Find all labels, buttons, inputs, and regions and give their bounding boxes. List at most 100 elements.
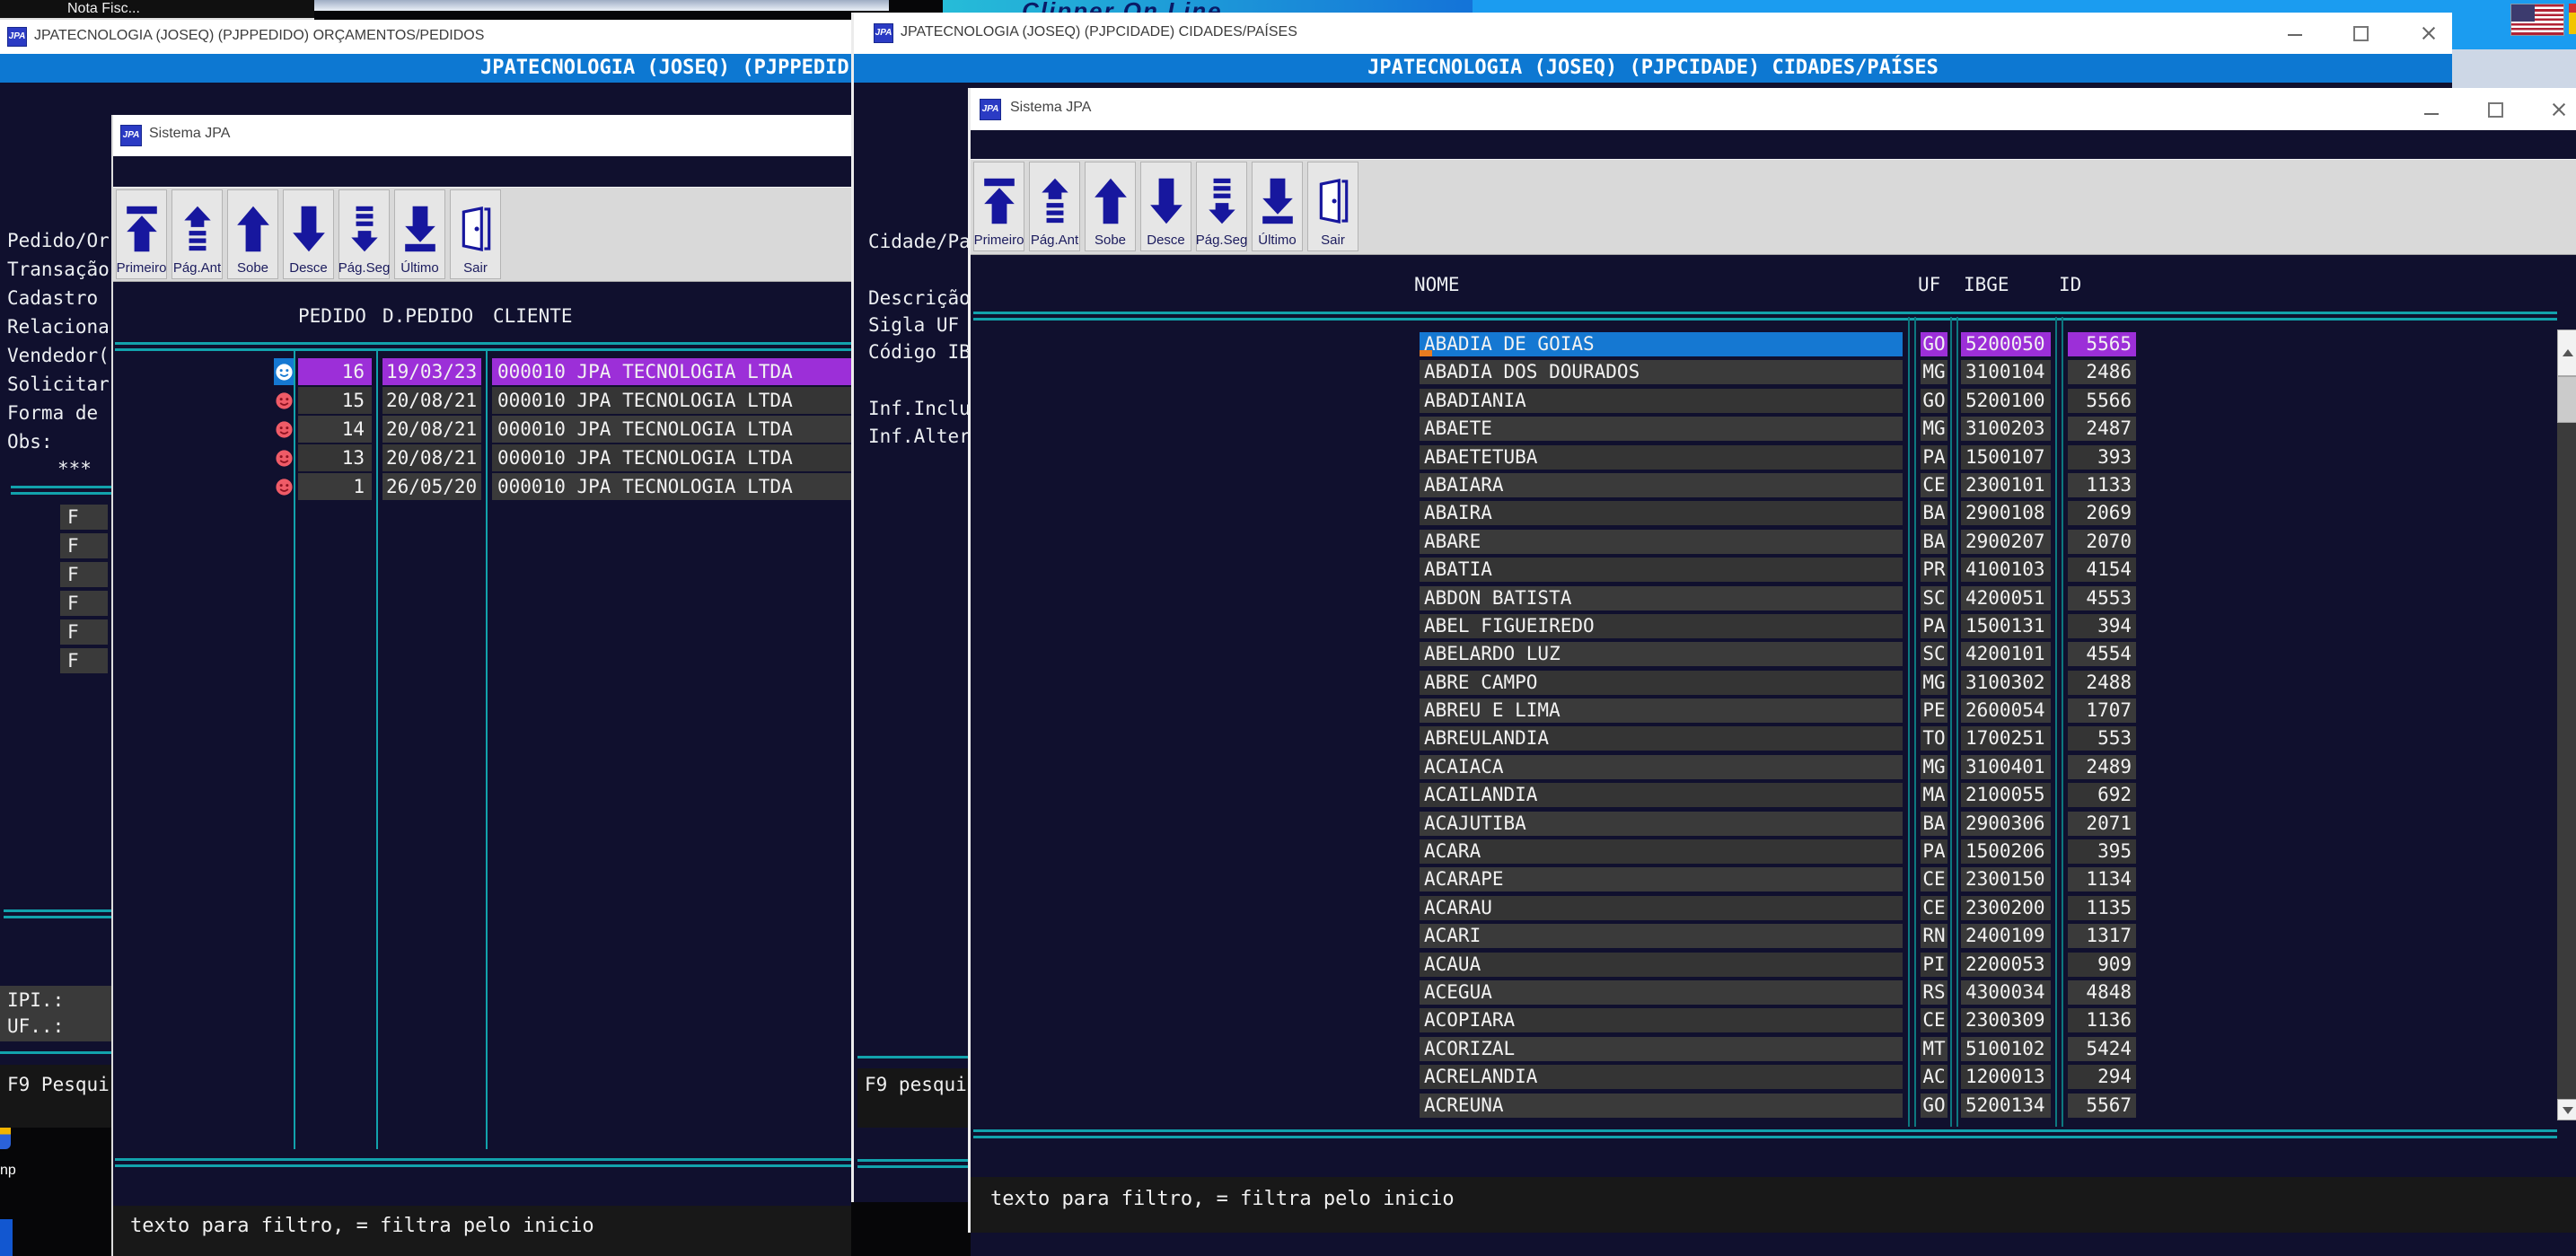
city-row[interactable]: ABREU E LIMA PE 2600054 1707 [1420,698,2136,723]
pedido-row[interactable]: 16 19/03/23 000010 JPA TECNOLOGIA LTDA [274,358,853,385]
city-row[interactable]: ACARI RN 2400109 1317 [1420,924,2136,948]
titlebar-sistema-jpa[interactable]: JPA Sistema JPA [971,88,2576,131]
city-row[interactable]: ABARE BA 2900207 2070 [1420,530,2136,554]
city-row[interactable]: ABAIRA BA 2900108 2069 [1420,501,2136,525]
toolbar-button[interactable]: Pág.Seg [1196,162,1247,251]
cell-nome: ABAETETUBA [1420,445,1903,470]
maximize-button[interactable] [2488,102,2503,118]
f-flag-cell[interactable]: F [60,505,108,530]
city-row[interactable]: ABADIANIA GO 5200100 5566 [1420,389,2136,413]
city-row[interactable]: ACARAU CE 2300200 1135 [1420,896,2136,920]
separator-line [857,1159,971,1168]
pedido-row[interactable]: 1 26/05/20 000010 JPA TECNOLOGIA LTDA [274,473,853,500]
toolbar-button[interactable]: Primeiro [116,189,167,279]
pedido-row[interactable]: 15 20/08/21 000010 JPA TECNOLOGIA LTDA [274,387,853,414]
city-row[interactable]: ACAUA PI 2200053 909 [1420,953,2136,977]
field-label: Forma de [7,402,98,424]
background-tab-nota-fiscal[interactable]: Nota Fisc... [0,0,314,20]
city-row[interactable]: ABAETE MG 3100203 2487 [1420,417,2136,441]
city-row[interactable]: ACOPIARA CE 2300309 1136 [1420,1008,2136,1032]
city-row[interactable]: ACAJUTIBA BA 2900306 2071 [1420,812,2136,836]
toolbar-button[interactable]: Desce [1140,162,1191,251]
totals-box: IPI.: UF..: [0,986,114,1041]
maximize-button[interactable] [2353,26,2369,41]
cell-uf: GO [1921,389,1947,413]
toolbar-button[interactable]: Último [1252,162,1303,251]
scroll-down-button[interactable] [2557,1099,2576,1120]
filter-hint-bar[interactable]: texto para filtro, = filtra pelo inicio [113,1206,851,1256]
toolbar-button[interactable]: Pág.Seg [338,189,390,279]
banner-text: JPATECNOLOGIA (JOSEQ) (PJPCIDADE) CIDADE… [854,57,2452,79]
city-row[interactable]: ABAIARA CE 2300101 1133 [1420,473,2136,497]
field-label: Vendedor( [7,345,110,366]
pedido-row[interactable]: 13 20/08/21 000010 JPA TECNOLOGIA LTDA [274,444,853,471]
city-row[interactable]: ABREULANDIA TO 1700251 553 [1420,726,2136,751]
city-row[interactable]: ABELARDO LUZ SC 4200101 4554 [1420,642,2136,666]
last-icon [401,198,439,260]
toolbar-button[interactable]: Pág.Ant [171,189,223,279]
city-row[interactable]: ABRE CAMPO MG 3100302 2488 [1420,671,2136,695]
city-row[interactable]: ACORIZAL MT 5100102 5424 [1420,1037,2136,1061]
jpa-app-icon: JPA [874,23,893,43]
column-header-id: ID [2059,274,2081,295]
scrollbar-track[interactable] [2557,423,2576,1099]
cell-ibge: 1500107 [1961,445,2051,470]
minimize-button[interactable] [2424,113,2439,115]
city-row[interactable]: ABEL FIGUEIREDO PA 1500131 394 [1420,614,2136,638]
city-row[interactable]: ABADIA DOS DOURADOS MG 3100104 2486 [1420,360,2136,384]
page-down-icon [346,198,383,260]
cell-ibge: 1500206 [1961,839,2051,864]
toolbar-button[interactable]: Sair [1307,162,1358,251]
city-row[interactable]: ACAILANDIA MA 2100055 692 [1420,783,2136,807]
toolbar-button[interactable]: Pág.Ant [1029,162,1080,251]
f-flag-cell[interactable]: F [60,562,108,587]
cell-uf: AC [1921,1065,1947,1089]
toolbar-button[interactable]: Sair [450,189,501,279]
cell-nome: ACAIACA [1420,755,1903,779]
f-flag-cell[interactable]: F [60,619,108,645]
toolbar-button[interactable]: Desce [283,189,334,279]
city-row[interactable]: ACARAPE CE 2300150 1134 [1420,867,2136,891]
titlebar-cidades[interactable]: JPA JPATECNOLOGIA (JOSEQ) (PJPCIDADE) CI… [854,13,2452,55]
city-row[interactable]: ABATIA PR 4100103 4154 [1420,558,2136,582]
cell-nome: ABREU E LIMA [1420,698,1903,723]
pedido-row[interactable]: 14 20/08/21 000010 JPA TECNOLOGIA LTDA [274,416,853,443]
city-row[interactable]: ABDON BATISTA SC 4200051 4553 [1420,586,2136,610]
separator-line [11,486,114,495]
filter-hint-bar[interactable]: texto para filtro, = filtra pelo inicio [971,1177,2576,1233]
toolbar-button[interactable]: Último [394,189,445,279]
cell-ibge: 2300200 [1961,896,2051,920]
cell-id: 5567 [2068,1094,2136,1118]
cell-uf: MA [1921,783,1947,807]
titlebar-pedidos[interactable]: JPA JPATECNOLOGIA (JOSEQ) (PJPPEDIDO) OR… [0,20,851,55]
city-row[interactable]: ABAETETUBA PA 1500107 393 [1420,445,2136,470]
city-row[interactable]: ACARA PA 1500206 395 [1420,839,2136,864]
titlebar-sistema-jpa[interactable]: JPA Sistema JPA [113,115,851,157]
city-row[interactable]: ACRELANDIA AC 1200013 294 [1420,1065,2136,1089]
us-flag-icon[interactable] [2510,4,2564,36]
cell-nome: ACOPIARA [1420,1008,1903,1032]
cell-ibge: 3100302 [1961,671,2051,695]
close-button[interactable] [2421,25,2437,41]
cell-id: 909 [2068,953,2136,977]
scroll-up-button[interactable] [2557,329,2576,376]
cell-nome: ACORIZAL [1420,1037,1903,1061]
close-button[interactable] [2551,101,2567,118]
minimize-button[interactable] [2288,34,2302,36]
cell-uf: RS [1921,980,1947,1005]
city-row[interactable]: ACEGUA RS 4300034 4848 [1420,980,2136,1005]
scrollbar-thumb[interactable] [2557,376,2576,423]
f-flag-cell[interactable]: F [60,591,108,616]
city-row[interactable]: ACAIACA MG 3100401 2489 [1420,755,2136,779]
toolbar-button[interactable]: Primeiro [973,162,1024,251]
f-flag-cell[interactable]: F [60,533,108,558]
city-row[interactable]: ACREUNA GO 5200134 5567 [1420,1094,2136,1118]
city-row[interactable]: ABADIA DE GOIAS GO 5200050 5565 [1420,332,2136,356]
toolbar-button[interactable]: Sobe [227,189,278,279]
chevron-up-icon [2563,344,2573,356]
exit-door-icon [457,198,495,260]
toolbar-button[interactable]: Sobe [1085,162,1136,251]
f-flag-cell[interactable]: F [60,648,108,673]
logo-text: Clipper On Line [1022,0,1223,13]
cell-ibge: 3100203 [1961,417,2051,441]
